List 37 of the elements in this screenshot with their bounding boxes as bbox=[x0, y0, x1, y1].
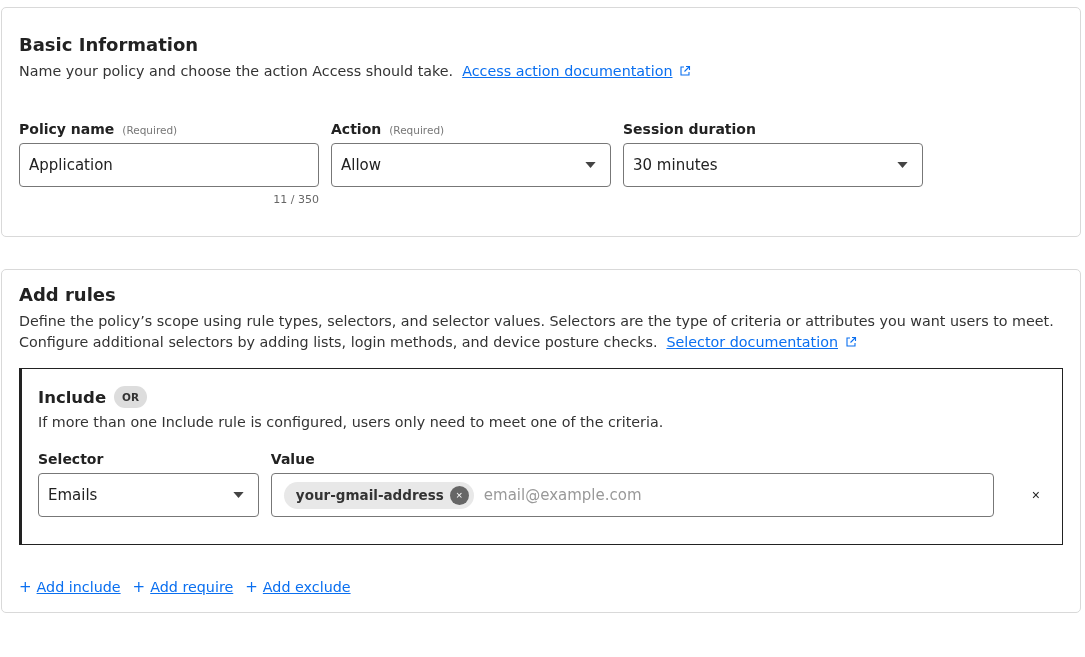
tag-text: your-gmail-address bbox=[295, 487, 444, 503]
external-link-icon bbox=[679, 65, 692, 77]
description-text: Define the policy’s scope using rule types, selectors, and selector values. Selectors are the type of criteria or attributes you want users to meet. bbox=[19, 313, 1055, 329]
description-text: Configure additional selectors by adding lists, login methods, and device posture checks. bbox=[19, 334, 658, 350]
section-title: Basic Information bbox=[19, 34, 200, 55]
plus-icon: + bbox=[19, 578, 32, 596]
character-counter: 11 / 350 bbox=[272, 193, 319, 206]
caret-icon bbox=[585, 162, 596, 168]
required-hint: (Required) bbox=[122, 124, 178, 136]
field-label: Action bbox=[331, 121, 382, 137]
plus-icon: + bbox=[132, 578, 146, 596]
add-rule-link[interactable]: Add require bbox=[150, 579, 234, 595]
field-label: Policy name bbox=[19, 121, 115, 137]
or-badge: OR bbox=[114, 386, 148, 408]
documentation-link[interactable]: Selector documentation bbox=[666, 334, 838, 350]
remove-tag-button[interactable]: × bbox=[449, 485, 469, 505]
rule-title: Include bbox=[38, 387, 107, 407]
description-text: Name your policy and choose the action Access should take. bbox=[19, 63, 454, 79]
text-input[interactable]: Application bbox=[19, 143, 319, 187]
dropdown[interactable]: Emails bbox=[38, 473, 259, 517]
add-rule-link[interactable]: Add include bbox=[36, 579, 121, 595]
field-label: Selector bbox=[38, 451, 105, 467]
rule-description: If more than one Include rule is configured, users only need to meet one of the criteria. bbox=[38, 414, 665, 430]
caret-icon bbox=[232, 492, 244, 498]
caret-icon bbox=[897, 162, 908, 168]
add-rule-link[interactable]: Add exclude bbox=[262, 579, 351, 595]
dropdown[interactable]: 30 minutes bbox=[623, 143, 923, 187]
field-label: Session duration bbox=[623, 121, 756, 137]
required-hint: (Required) bbox=[389, 124, 445, 136]
documentation-link[interactable]: Access action documentation bbox=[462, 63, 673, 79]
section-title: Add rules bbox=[19, 284, 117, 305]
value-field[interactable]: your-gmail-address × email@example.com bbox=[270, 473, 994, 517]
dropdown[interactable]: Allow bbox=[331, 143, 611, 187]
remove-rule-button[interactable]: × bbox=[1025, 473, 1046, 517]
field-label: Value bbox=[270, 451, 316, 467]
plus-icon: + bbox=[245, 578, 258, 596]
external-link-icon bbox=[845, 336, 857, 348]
